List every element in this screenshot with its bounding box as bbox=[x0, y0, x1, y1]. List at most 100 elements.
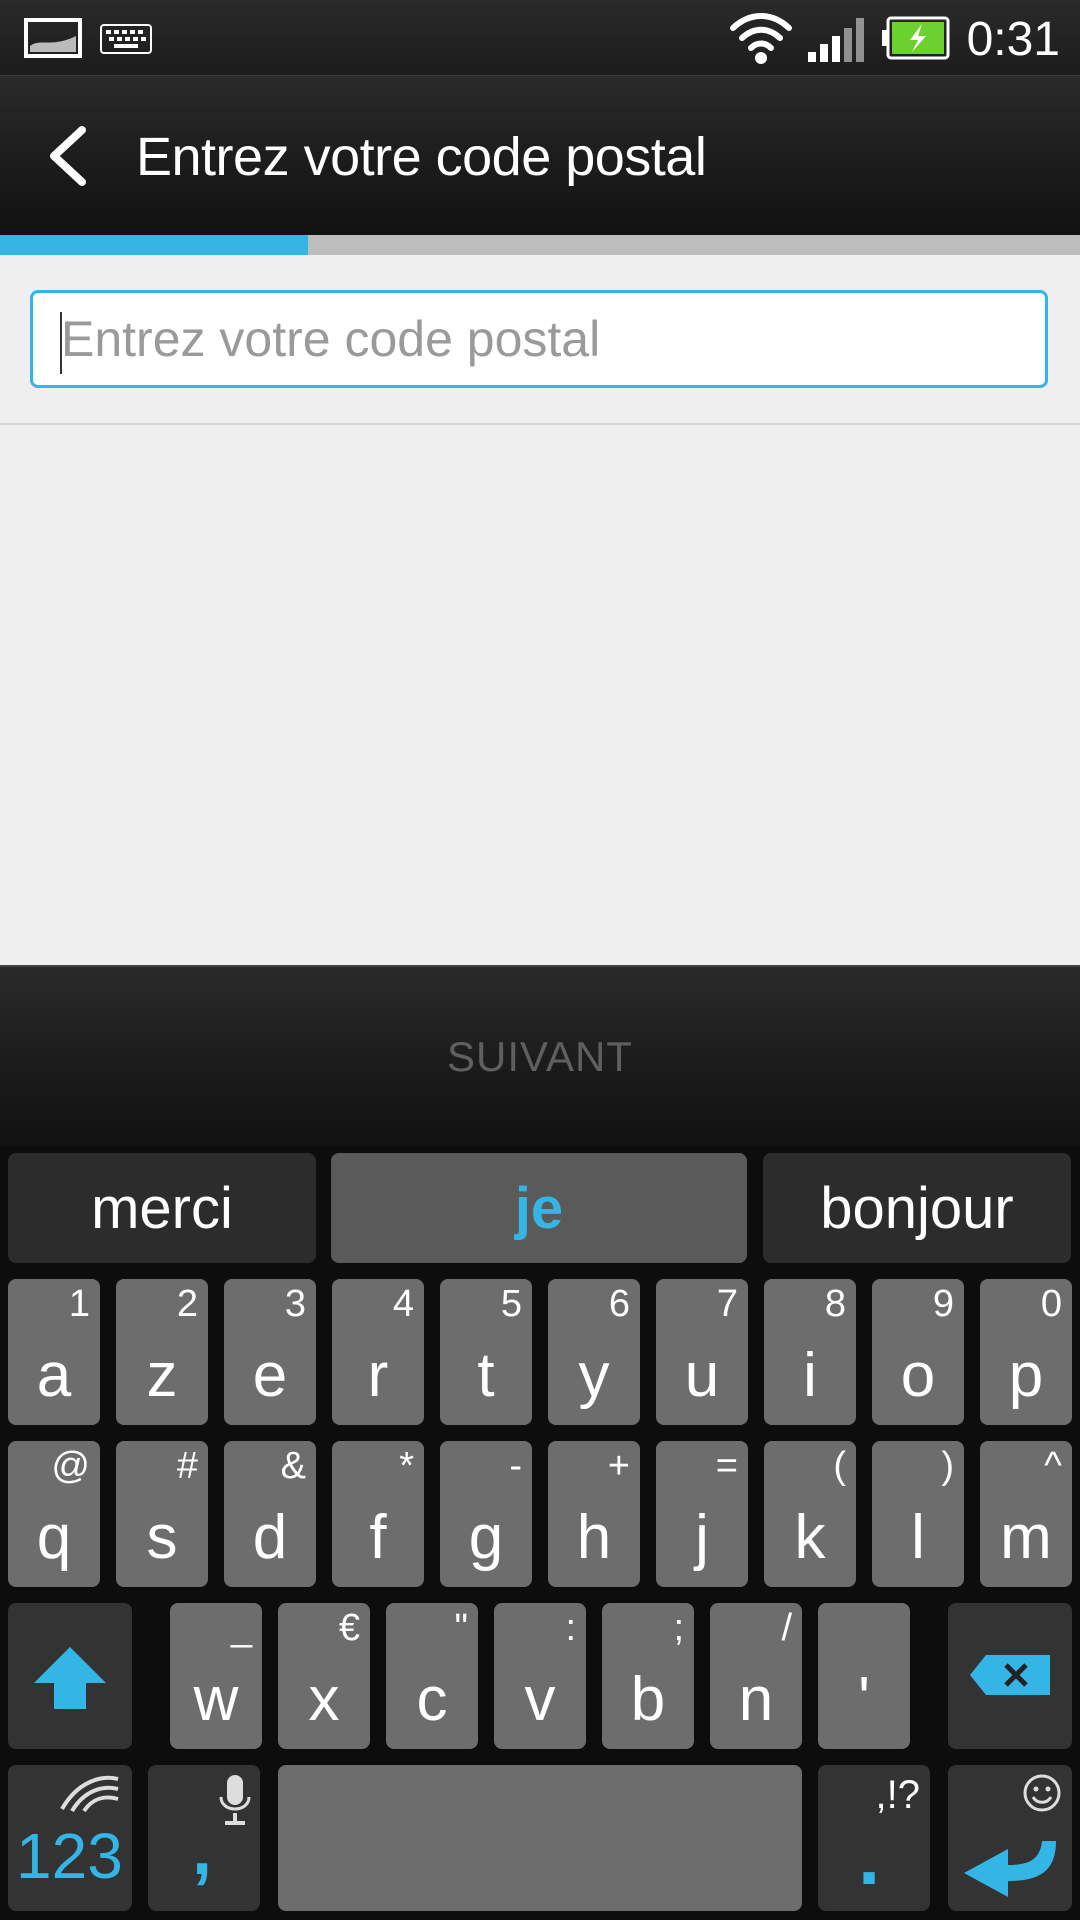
page-title: Entrez votre code postal bbox=[136, 127, 707, 187]
key-b[interactable]: ; b bbox=[602, 1603, 694, 1749]
progress-fill bbox=[0, 235, 308, 255]
key-secondary-label: 9 bbox=[932, 1283, 954, 1325]
key-t[interactable]: 5t bbox=[440, 1279, 532, 1425]
key-label: e bbox=[252, 1341, 288, 1410]
wifi-icon bbox=[728, 10, 794, 71]
divider bbox=[0, 423, 1080, 425]
key-secondary-label: * bbox=[399, 1445, 414, 1487]
key-label: f bbox=[369, 1503, 387, 1572]
key-secondary-label: 1 bbox=[68, 1283, 90, 1325]
comma-key[interactable]: , bbox=[148, 1765, 260, 1911]
key-label: y bbox=[578, 1341, 610, 1410]
suggestion-je[interactable]: je bbox=[331, 1153, 747, 1263]
key-i[interactable]: 8i bbox=[764, 1279, 856, 1425]
key-p[interactable]: 0p bbox=[980, 1279, 1072, 1425]
key-label: l bbox=[911, 1503, 925, 1572]
key-r[interactable]: 4r bbox=[332, 1279, 424, 1425]
key-secondary-label: 3 bbox=[284, 1283, 306, 1325]
space-bar[interactable] bbox=[278, 1765, 802, 1911]
key-label: t bbox=[477, 1341, 495, 1410]
key-n[interactable]: / n bbox=[710, 1603, 802, 1749]
suggestion-bonjour[interactable]: bonjour bbox=[763, 1153, 1071, 1263]
key-s[interactable]: # s bbox=[116, 1441, 208, 1587]
numbers-key-label: 123 bbox=[16, 1820, 123, 1892]
key-z[interactable]: 2z bbox=[116, 1279, 208, 1425]
signal-icon bbox=[808, 18, 866, 67]
key-u[interactable]: 7u bbox=[656, 1279, 748, 1425]
key-y[interactable]: 6y bbox=[548, 1279, 640, 1425]
key-x[interactable]: € x bbox=[278, 1603, 370, 1749]
key-g[interactable]: -g bbox=[440, 1441, 532, 1587]
punctuation-hint: ,!? bbox=[875, 1773, 920, 1817]
microphone-icon bbox=[219, 1775, 251, 1825]
key-secondary-label: / bbox=[781, 1607, 792, 1649]
key-label: m bbox=[1000, 1503, 1052, 1572]
key-secondary-label: " bbox=[454, 1607, 469, 1649]
key-secondary-label: 5 bbox=[500, 1283, 522, 1325]
gallery-notification-icon bbox=[24, 18, 82, 63]
key-secondary-label: ) bbox=[941, 1445, 954, 1487]
key-d[interactable]: & d bbox=[224, 1441, 316, 1587]
key-secondary-label: € bbox=[338, 1607, 360, 1649]
key-k[interactable]: (k bbox=[764, 1441, 856, 1587]
key-c[interactable]: " c bbox=[386, 1603, 478, 1749]
key-a[interactable]: 1a bbox=[8, 1279, 100, 1425]
key-secondary-label: 0 bbox=[1040, 1283, 1062, 1325]
next-button[interactable]: SUIVANT bbox=[0, 967, 1080, 1147]
key-secondary-label: _ bbox=[230, 1607, 252, 1649]
key-label: c bbox=[416, 1665, 448, 1734]
key-label: j bbox=[695, 1503, 709, 1572]
key-secondary-label: = bbox=[715, 1445, 738, 1487]
swiftkey-logo-icon bbox=[60, 1775, 119, 1813]
key-label: i bbox=[803, 1341, 817, 1410]
key-secondary-label: 4 bbox=[392, 1283, 414, 1325]
soft-keyboard: merci je bonjour 123 , ,!? . 1a2z3e4r5t6… bbox=[0, 1145, 1080, 1920]
text-cursor bbox=[60, 312, 62, 374]
key-secondary-label: ( bbox=[833, 1445, 846, 1487]
key-secondary-label: ; bbox=[673, 1607, 684, 1649]
key-label: x bbox=[308, 1665, 340, 1734]
key-f[interactable]: * f bbox=[332, 1441, 424, 1587]
key-label: a bbox=[36, 1341, 72, 1410]
enter-key[interactable] bbox=[948, 1765, 1072, 1911]
shift-key[interactable] bbox=[8, 1603, 132, 1749]
key-secondary-label: @ bbox=[51, 1445, 90, 1487]
key-label: q bbox=[36, 1503, 72, 1572]
key-label: n bbox=[738, 1665, 774, 1734]
enter-arrow-icon bbox=[964, 1841, 1056, 1897]
key-q[interactable]: @ q bbox=[8, 1441, 100, 1587]
back-button[interactable] bbox=[40, 124, 100, 188]
key-secondary-label: # bbox=[176, 1445, 198, 1487]
key-secondary-label: - bbox=[509, 1445, 522, 1487]
key-label: g bbox=[468, 1503, 504, 1572]
key-m[interactable]: ^ m bbox=[980, 1441, 1072, 1587]
key-h[interactable]: + h bbox=[548, 1441, 640, 1587]
key-o[interactable]: 9o bbox=[872, 1279, 964, 1425]
key-secondary-label: 6 bbox=[608, 1283, 630, 1325]
key-apostrophe[interactable]: ' bbox=[818, 1603, 910, 1749]
battery-charging-icon bbox=[880, 16, 950, 65]
key-w[interactable]: _ w bbox=[170, 1603, 262, 1749]
key-label: b bbox=[630, 1665, 666, 1734]
bottom-button-bar: SUIVANT bbox=[0, 965, 1080, 1147]
suggestion-merci[interactable]: merci bbox=[8, 1153, 316, 1263]
key-j[interactable]: = j bbox=[656, 1441, 748, 1587]
key-label: v bbox=[524, 1665, 556, 1734]
progress-bar bbox=[0, 235, 1080, 255]
key-secondary-label: 7 bbox=[716, 1283, 738, 1325]
backspace-key[interactable] bbox=[948, 1603, 1072, 1749]
key-label: s bbox=[146, 1503, 178, 1572]
clock: 0:31 bbox=[966, 13, 1060, 66]
key-secondary-label: & bbox=[280, 1445, 306, 1487]
key-label: o bbox=[900, 1341, 936, 1410]
key-v[interactable]: :v bbox=[494, 1603, 586, 1749]
key-l[interactable]: ) l bbox=[872, 1441, 964, 1587]
back-arrow-icon bbox=[50, 126, 86, 186]
key-label: h bbox=[576, 1503, 612, 1572]
key-e[interactable]: 3e bbox=[224, 1279, 316, 1425]
key-secondary-label: 8 bbox=[824, 1283, 846, 1325]
period-key[interactable]: ,!? . bbox=[818, 1765, 930, 1911]
numbers-key[interactable]: 123 bbox=[8, 1765, 132, 1911]
postal-code-input[interactable] bbox=[30, 290, 1048, 388]
status-bar: 0:31 bbox=[0, 0, 1080, 75]
